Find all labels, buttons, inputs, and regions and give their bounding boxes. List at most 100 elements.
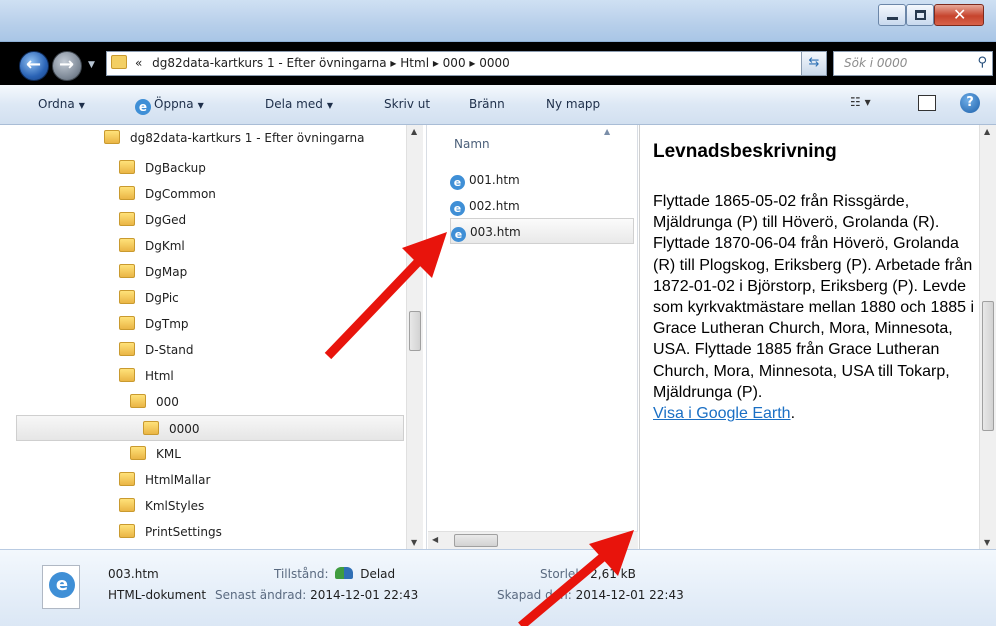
column-header-name[interactable]: Namn xyxy=(454,137,490,151)
tree-item-label: DgTmp xyxy=(145,317,189,331)
share-menu[interactable]: Dela med ▼ xyxy=(265,97,333,111)
tree-item[interactable]: DgCommon xyxy=(119,181,216,207)
forward-button[interactable]: → xyxy=(52,51,82,81)
tree-item[interactable]: D-Stand xyxy=(119,337,193,363)
tree-item-label: DgGed xyxy=(145,213,187,227)
preview-scrollbar[interactable]: ▲ ▼ xyxy=(979,125,996,549)
details-pane: e 003.htm HTML-dokument Tillstånd: Delad… xyxy=(0,549,996,626)
help-button[interactable]: ? xyxy=(960,93,980,113)
tree-item[interactable]: DgMap xyxy=(119,259,187,285)
preview-pane-button[interactable] xyxy=(918,95,936,111)
tree-item[interactable]: 000 xyxy=(130,389,179,415)
details-modified: Senast ändrad: 2014-12-01 22:43 xyxy=(215,588,418,602)
minimize-icon xyxy=(887,17,898,20)
file-row[interactable]: e 001.htm xyxy=(450,167,634,193)
tree-item[interactable]: DgKml xyxy=(119,233,185,259)
tree-item-label: DgKml xyxy=(145,239,185,253)
print-button[interactable]: Skriv ut xyxy=(384,97,430,111)
folder-icon xyxy=(119,290,135,304)
organize-label: Ordna xyxy=(38,97,75,111)
tree-item-label: 0000 xyxy=(169,422,200,436)
view-options-icon[interactable]: ☷ ▾ xyxy=(850,95,872,109)
tree-item[interactable]: DgTmp xyxy=(119,311,189,337)
scroll-thumb[interactable] xyxy=(982,301,994,431)
file-row[interactable]: e 002.htm xyxy=(450,193,634,219)
details-filetype: HTML-dokument xyxy=(108,588,207,602)
folder-icon xyxy=(111,55,127,69)
tree-item[interactable]: KML xyxy=(130,441,181,467)
horizontal-scrollbar[interactable]: ◀ xyxy=(428,531,638,549)
folder-icon xyxy=(130,446,146,460)
open-menu[interactable]: e Öppna ▼ xyxy=(135,97,204,115)
folder-icon xyxy=(119,316,135,330)
folder-icon xyxy=(130,394,146,408)
close-button[interactable]: ✕ xyxy=(934,4,984,26)
search-placeholder: Sök i 0000 xyxy=(844,56,908,70)
file-list: ▲ Namn e 001.htm e 002.htm e 003.htm ◀ xyxy=(428,125,638,549)
file-row-selected[interactable]: e 003.htm xyxy=(450,218,634,244)
size-label: Storlek: xyxy=(540,567,587,581)
tree-item[interactable]: DgPic xyxy=(119,285,179,311)
help-icon: ? xyxy=(966,95,974,110)
new-folder-button[interactable]: Ny mapp xyxy=(546,97,600,111)
folder-icon xyxy=(119,472,135,486)
tree-item[interactable]: KmlStyles xyxy=(119,493,204,519)
tree-item[interactable]: HtmlMallar xyxy=(119,467,210,493)
search-icon[interactable]: ⚲ xyxy=(977,55,987,70)
refresh-button[interactable]: ⇆ xyxy=(801,51,827,76)
tree-item[interactable]: DgBackup xyxy=(119,155,206,181)
scroll-thumb[interactable] xyxy=(409,311,421,351)
search-input[interactable]: Sök i 0000 ⚲ xyxy=(833,51,993,76)
tree-item[interactable]: dg82data-kartkurs 1 - Efter övningarna xyxy=(104,125,364,151)
tree-item-label: DgPic xyxy=(145,291,179,305)
folder-icon xyxy=(119,524,135,538)
breadcrumb[interactable]: « dg82data-kartkurs 1 - Efter övningarna… xyxy=(135,56,510,70)
modified-label: Senast ändrad: xyxy=(215,588,307,602)
breadcrumb-path[interactable]: dg82data-kartkurs 1 - Efter övningarna ▸… xyxy=(152,56,510,70)
tree-item-label: 000 xyxy=(156,395,179,409)
open-label: Öppna xyxy=(154,97,194,111)
burn-button[interactable]: Bränn xyxy=(469,97,505,111)
scroll-thumb[interactable] xyxy=(454,534,498,547)
file-name: 002.htm xyxy=(469,199,520,213)
organize-menu[interactable]: Ordna ▼ xyxy=(38,97,85,111)
minimize-button[interactable] xyxy=(878,4,906,26)
tree-item[interactable]: Html xyxy=(119,363,174,389)
refresh-icon: ⇆ xyxy=(808,55,820,70)
folder-icon xyxy=(143,421,159,435)
tree-item-label: PrintSettings xyxy=(145,525,222,539)
sort-ascending-icon: ▲ xyxy=(604,127,611,136)
tree-item[interactable]: DgGed xyxy=(119,207,186,233)
folder-icon xyxy=(119,186,135,200)
scroll-up-icon[interactable]: ▲ xyxy=(411,127,417,136)
chevron-down-icon: ▼ xyxy=(197,101,204,110)
address-bar[interactable]: « dg82data-kartkurs 1 - Efter övningarna… xyxy=(106,51,825,76)
details-filename: 003.htm xyxy=(108,567,159,581)
nav-scrollbar[interactable]: ▲ ▼ xyxy=(406,125,423,549)
scroll-down-icon[interactable]: ▼ xyxy=(984,538,990,547)
tree-item-selected[interactable]: 0000 xyxy=(16,415,404,441)
tree-item[interactable]: PrintSettings xyxy=(119,519,222,545)
scroll-up-icon[interactable]: ▲ xyxy=(984,127,990,136)
maximize-button[interactable] xyxy=(906,4,934,26)
details-size: Storlek: 2,61 kB xyxy=(540,567,636,581)
folder-icon xyxy=(119,238,135,252)
folder-icon xyxy=(119,498,135,512)
state-value: Delad xyxy=(360,567,396,581)
chevron-down-icon: ▼ xyxy=(78,101,85,110)
folder-icon xyxy=(104,130,120,144)
tree-item-label: DgCommon xyxy=(145,187,216,201)
breadcrumb-overflow[interactable]: « xyxy=(135,56,142,70)
preview-pane: Levnadsbeskrivning Flyttade 1865-05-02 f… xyxy=(639,125,996,549)
history-dropdown-icon[interactable]: ▼ xyxy=(88,60,95,70)
html-file-icon: e xyxy=(42,565,80,609)
folder-icon xyxy=(119,342,135,356)
link-suffix: . xyxy=(790,405,796,423)
google-earth-link[interactable]: Visa i Google Earth xyxy=(653,405,791,422)
back-button[interactable]: ← xyxy=(19,51,49,81)
shared-users-icon xyxy=(335,567,354,579)
scroll-left-icon[interactable]: ◀ xyxy=(432,535,438,544)
folder-icon xyxy=(119,264,135,278)
scroll-down-icon[interactable]: ▼ xyxy=(411,538,417,547)
chevron-down-icon: ▼ xyxy=(326,101,333,110)
